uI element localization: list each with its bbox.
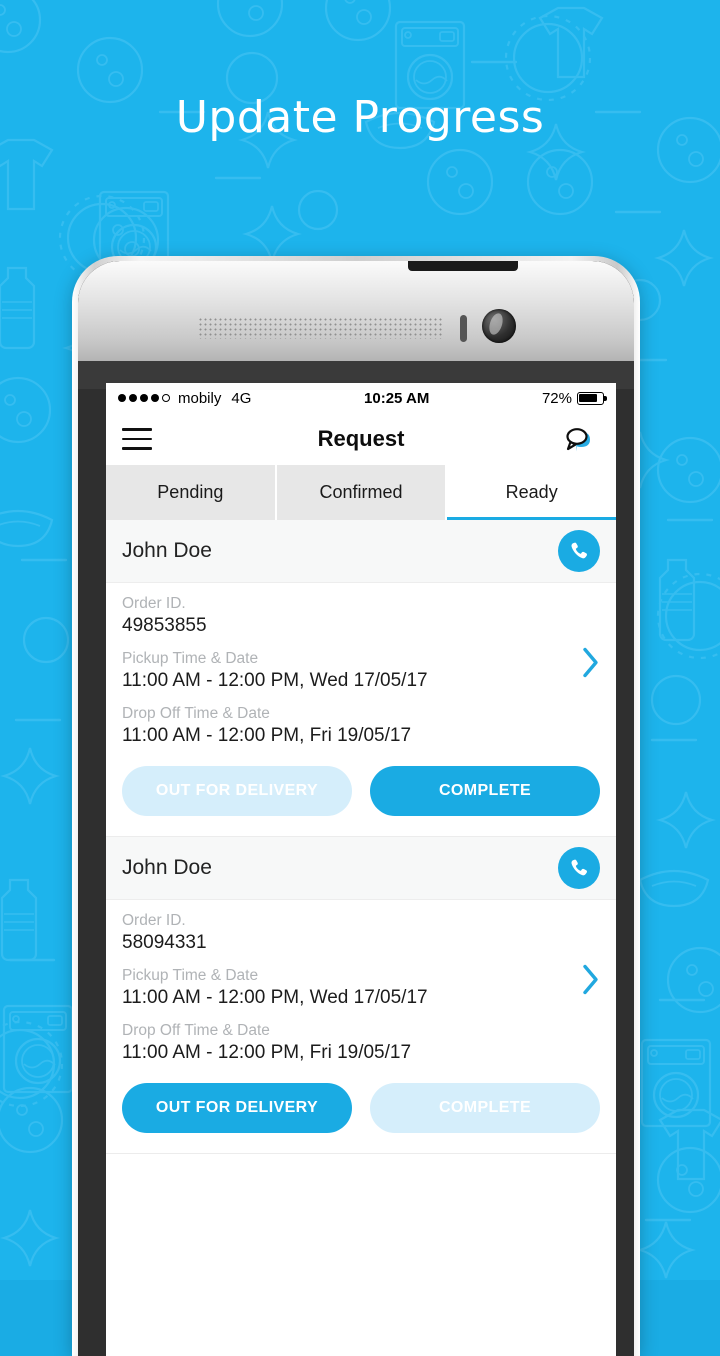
status-bar: mobily 4G 10:25 AM 72% — [106, 383, 616, 413]
phone-screen: mobily 4G 10:25 AM 72% Request Pending C… — [106, 383, 616, 1356]
tab-pending[interactable]: Pending — [106, 465, 277, 520]
pickup-field: Pickup Time & Date 11:00 AM - 12:00 PM, … — [122, 650, 600, 692]
network-type: 4G — [231, 389, 252, 407]
pickup-value: 11:00 AM - 12:00 PM, Wed 17/05/17 — [122, 987, 428, 1008]
order-card-actions: OUT FOR DELIVERY COMPLETE — [106, 1077, 616, 1153]
dropoff-value: 11:00 AM - 12:00 PM, Fri 19/05/17 — [122, 1042, 412, 1063]
out-for-delivery-button[interactable]: OUT FOR DELIVERY — [122, 1083, 352, 1133]
tab-pending-label: Pending — [157, 482, 224, 502]
list-item[interactable]: John Doe Order ID. 58094331 Pickup Time … — [106, 837, 616, 1154]
phone-icon[interactable] — [558, 530, 600, 572]
pickup-field: Pickup Time & Date 11:00 AM - 12:00 PM, … — [122, 967, 600, 1009]
order-card-body: Order ID. 58094331 Pickup Time & Date 11… — [106, 900, 616, 1064]
customer-name: John Doe — [122, 856, 212, 879]
list-item[interactable]: John Doe Order ID. 49853855 Pickup Time … — [106, 520, 616, 837]
phone-top-plate — [78, 261, 634, 361]
out-for-delivery-button[interactable]: OUT FOR DELIVERY — [122, 766, 352, 816]
battery-percent: 72% — [541, 389, 572, 407]
tab-ready[interactable]: Ready — [447, 465, 616, 520]
phone-icon[interactable] — [558, 847, 600, 889]
order-id-value: 58094331 — [122, 932, 207, 953]
earpiece-speaker-icon — [198, 317, 443, 339]
order-id-field: Order ID. 58094331 — [122, 912, 600, 954]
hamburger-icon[interactable] — [122, 428, 152, 450]
pickup-label: Pickup Time & Date — [122, 650, 259, 667]
phone-body: mobily 4G 10:25 AM 72% Request Pending C… — [78, 261, 634, 1356]
order-id-value: 49853855 — [122, 615, 207, 636]
status-bar-time: 10:25 AM — [364, 389, 430, 407]
order-card-body: Order ID. 49853855 Pickup Time & Date 11… — [106, 583, 616, 747]
pickup-label: Pickup Time & Date — [122, 967, 259, 984]
battery-icon — [577, 391, 607, 405]
dropoff-label: Drop Off Time & Date — [122, 705, 270, 722]
dropoff-label: Drop Off Time & Date — [122, 1022, 270, 1039]
phone-antenna-strip — [408, 261, 518, 271]
chat-bubble-icon[interactable] — [560, 423, 600, 455]
dropoff-value: 11:00 AM - 12:00 PM, Fri 19/05/17 — [122, 725, 412, 746]
order-card-header: John Doe — [106, 520, 616, 583]
order-id-label: Order ID. — [122, 912, 186, 929]
order-id-field: Order ID. 49853855 — [122, 595, 600, 637]
proximity-sensor-icon — [460, 315, 467, 342]
dropoff-field: Drop Off Time & Date 11:00 AM - 12:00 PM… — [122, 1022, 600, 1064]
order-card-actions: OUT FOR DELIVERY COMPLETE — [106, 760, 616, 836]
chevron-right-icon[interactable] — [580, 646, 602, 685]
order-list: John Doe Order ID. 49853855 Pickup Time … — [106, 520, 616, 1154]
customer-name: John Doe — [122, 539, 212, 562]
tab-bar: Pending Confirmed Ready — [106, 465, 616, 520]
order-id-label: Order ID. — [122, 595, 186, 612]
tab-confirmed-label: Confirmed — [319, 482, 403, 502]
complete-button[interactable]: COMPLETE — [370, 1083, 600, 1133]
tab-ready-label: Ready — [505, 482, 558, 502]
pickup-value: 11:00 AM - 12:00 PM, Wed 17/05/17 — [122, 670, 428, 691]
order-card-header: John Doe — [106, 837, 616, 900]
signal-strength-icon — [118, 394, 170, 402]
header-title: Request — [317, 426, 405, 451]
phone-mockup: mobily 4G 10:25 AM 72% Request Pending C… — [72, 256, 640, 1356]
complete-button[interactable]: COMPLETE — [370, 766, 600, 816]
chevron-right-icon[interactable] — [580, 963, 602, 1002]
page-title: Update Progress — [175, 92, 545, 143]
app-header: Request — [106, 413, 616, 465]
dropoff-field: Drop Off Time & Date 11:00 AM - 12:00 PM… — [122, 705, 600, 747]
tab-confirmed[interactable]: Confirmed — [276, 465, 448, 520]
carrier-name: mobily — [178, 389, 222, 407]
